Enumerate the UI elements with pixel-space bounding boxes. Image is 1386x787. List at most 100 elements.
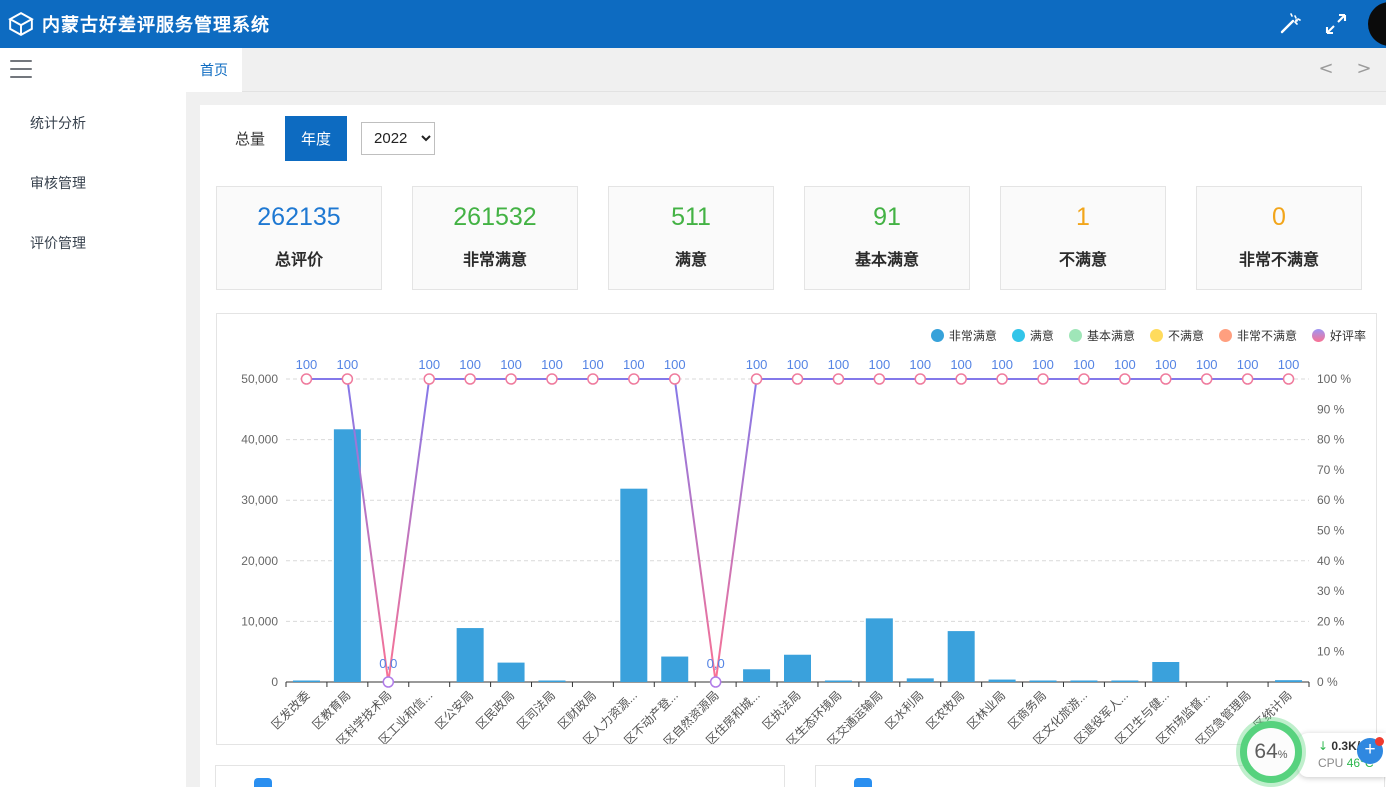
line-point (1079, 374, 1089, 384)
bottom-card-2-icon (854, 778, 872, 787)
hamburger-menu-icon[interactable] (10, 60, 32, 78)
sidebar-item-2[interactable]: 审核管理 (0, 162, 186, 204)
stat-value: 262135 (257, 203, 340, 232)
tab-scroll-left-icon[interactable]: < (1314, 58, 1338, 79)
svg-text:20,000: 20,000 (241, 554, 278, 568)
chart-bar (784, 655, 811, 682)
line-point (833, 374, 843, 384)
legend-label: 非常不满意 (1237, 327, 1297, 344)
legend-dot (1012, 329, 1025, 342)
chart-bar (989, 680, 1016, 682)
line-data-label: 100 (1237, 357, 1259, 372)
line-point (465, 374, 475, 384)
line-point (342, 374, 352, 384)
user-avatar[interactable] (1368, 2, 1386, 46)
memory-usage-ball[interactable]: 64% (1240, 721, 1302, 783)
year-select[interactable]: 2022 (361, 122, 435, 155)
legend-label: 基本满意 (1087, 327, 1135, 344)
line-point (629, 374, 639, 384)
chart-bar (1152, 662, 1179, 682)
line-point (670, 374, 680, 384)
chart-bar (948, 631, 975, 682)
line-point (956, 374, 966, 384)
svg-text:30 %: 30 % (1317, 584, 1345, 598)
tab-scroll-right-icon[interactable]: > (1352, 58, 1376, 79)
satisfaction-chart[interactable]: 010,00020,00030,00040,00050,0000 %10 %20… (217, 314, 1376, 744)
legend-item-3[interactable]: 基本满意 (1069, 327, 1135, 344)
svg-text:80 %: 80 % (1317, 433, 1345, 447)
satisfaction-chart-card: 非常满意满意基本满意不满意非常不满意好评率 010,00020,00030,00… (216, 313, 1377, 745)
stat-card-2: 261532非常满意 (412, 186, 578, 290)
chart-bar (293, 681, 320, 683)
stat-card-4: 91基本满意 (804, 186, 970, 290)
sidebar: 统计分析审核管理评价管理 (0, 48, 186, 787)
tab-bar: 首页 < > (186, 48, 1386, 92)
x-axis-label: 区农牧局 (923, 688, 967, 732)
svg-text:40,000: 40,000 (241, 433, 278, 447)
stat-value: 91 (873, 203, 901, 232)
line-data-label: 100 (337, 357, 359, 372)
line-point (506, 374, 516, 384)
svg-text:100 %: 100 % (1317, 372, 1351, 386)
legend-label: 好评率 (1330, 327, 1366, 344)
line-data-label: 0,0 (379, 656, 397, 671)
line-data-label: 100 (909, 357, 931, 372)
svg-text:70 %: 70 % (1317, 463, 1345, 477)
chart-bar (743, 669, 770, 682)
line-point (1120, 374, 1130, 384)
line-point (915, 374, 925, 384)
svg-text:40 %: 40 % (1317, 554, 1345, 568)
filter-year-button[interactable]: 年度 (285, 116, 347, 161)
fullscreen-icon[interactable] (1324, 12, 1348, 36)
main-area: 总量 年度 2022 262135总评价261532非常满意511满意91基本满… (186, 92, 1386, 787)
stat-value: 0 (1272, 203, 1286, 232)
line-data-label: 100 (664, 357, 686, 372)
line-point (752, 374, 762, 384)
line-point (424, 374, 434, 384)
tab-home[interactable]: 首页 (186, 48, 242, 92)
x-axis-label: 区公安局 (432, 688, 477, 733)
line-point (1243, 374, 1253, 384)
stat-label: 非常不满意 (1239, 246, 1319, 270)
legend-label: 不满意 (1168, 327, 1204, 344)
line-data-label: 100 (623, 357, 645, 372)
line-data-label: 100 (828, 357, 850, 372)
magic-wand-icon[interactable] (1278, 12, 1302, 36)
legend-item-5[interactable]: 非常不满意 (1219, 327, 1297, 344)
line-point (383, 677, 393, 687)
line-data-label: 100 (582, 357, 604, 372)
filter-total-button[interactable]: 总量 (235, 128, 265, 149)
line-data-label: 100 (1196, 357, 1218, 372)
line-data-label: 100 (500, 357, 522, 372)
x-axis-label: 区民政局 (473, 688, 517, 732)
line-data-label: 100 (746, 357, 768, 372)
stat-value: 1 (1076, 203, 1090, 232)
line-point (547, 374, 557, 384)
legend-item-4[interactable]: 不满意 (1150, 327, 1204, 344)
sidebar-menu: 统计分析审核管理评价管理 (0, 102, 186, 264)
stat-label: 总评价 (275, 246, 323, 270)
line-point (874, 374, 884, 384)
svg-text:90 %: 90 % (1317, 402, 1345, 416)
legend-item-1[interactable]: 非常满意 (931, 327, 997, 344)
legend-dot (1150, 329, 1163, 342)
legend-item-2[interactable]: 满意 (1012, 327, 1054, 344)
monitor-plus-button[interactable]: + (1357, 738, 1383, 764)
chart-bar (1111, 681, 1138, 683)
chart-bar (457, 628, 484, 682)
chart-bar (661, 657, 688, 682)
x-axis-label: 区发改委 (268, 688, 313, 733)
notification-dot (1375, 737, 1384, 746)
stat-value: 511 (671, 203, 711, 232)
line-point (793, 374, 803, 384)
legend-item-6[interactable]: 好评率 (1312, 327, 1366, 344)
sidebar-item-3[interactable]: 评价管理 (0, 222, 186, 264)
line-point (1038, 374, 1048, 384)
app-logo-cube-icon (8, 11, 34, 37)
download-arrow-icon: ↓ (1318, 739, 1328, 753)
line-data-label: 100 (1278, 357, 1300, 372)
stat-cards: 262135总评价261532非常满意511满意91基本满意1不满意0非常不满意 (216, 186, 1362, 290)
chart-bar (538, 681, 565, 683)
sidebar-item-1[interactable]: 统计分析 (0, 102, 186, 144)
svg-text:50,000: 50,000 (241, 372, 278, 386)
